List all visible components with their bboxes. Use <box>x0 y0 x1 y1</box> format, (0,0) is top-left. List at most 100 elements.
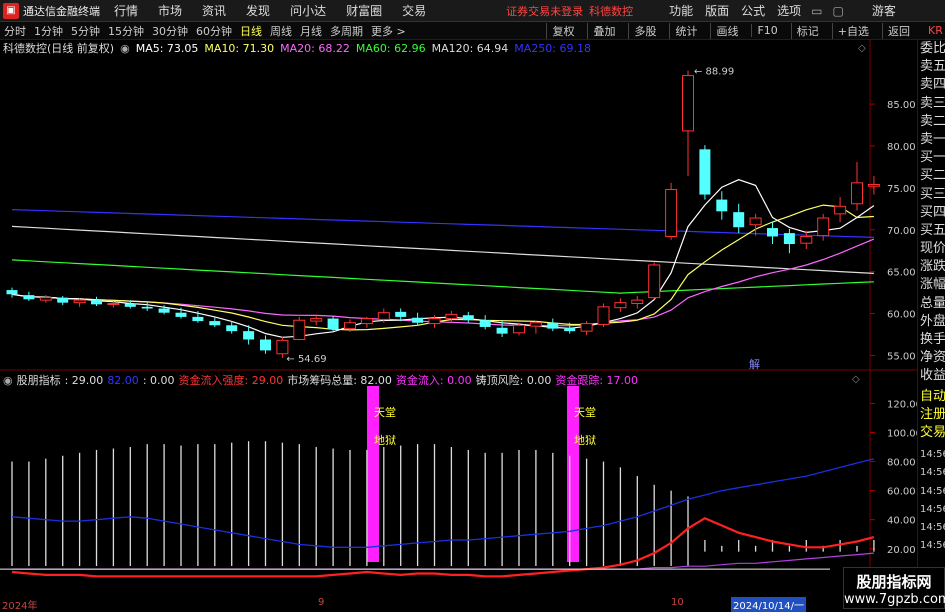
menu-caifuquan[interactable]: 财富圈 <box>346 2 382 19</box>
period-multi[interactable]: 多周期 <box>330 23 363 39</box>
chart-canvas[interactable]: ◇ ◇ 55.0060.0065.0070.0075.0080.0085.00 … <box>0 40 917 597</box>
price-tick-label: 60.00 <box>887 310 916 321</box>
ind-tick-label: 40.00 <box>887 516 916 527</box>
candle-body <box>377 312 390 320</box>
price-panel: 55.00 60.00 65.00 70.00 75.00 80.00 85.00 <box>6 70 916 362</box>
watermark-badge: 股朋指标网 www.7gpzb.com <box>843 567 945 609</box>
kr-label: KR <box>928 24 943 37</box>
duogu-button[interactable]: 多股 <box>628 22 661 39</box>
candle-body <box>716 199 728 212</box>
candle-body <box>851 182 863 205</box>
sidebar-label-buy1: 买一 <box>920 150 945 166</box>
period-15min[interactable]: 15分钟 <box>108 23 144 39</box>
tick-time: 14:56 <box>920 540 945 552</box>
period-daily[interactable]: 日线 <box>240 23 262 39</box>
oct-label: 10 <box>671 597 684 608</box>
sidebar-trade[interactable]: 交易 <box>918 424 945 442</box>
period-30min[interactable]: 30分钟 <box>152 23 188 39</box>
candle-body <box>428 318 441 325</box>
candle-body <box>107 302 120 305</box>
period-fenshi[interactable]: 分时 <box>4 23 26 39</box>
sidebar-label-buy4: 买四 <box>920 204 945 220</box>
period-weekly[interactable]: 周线 <box>270 23 292 39</box>
menu-gongneng[interactable]: 功能 <box>669 2 693 19</box>
back-button[interactable]: 返回 <box>882 22 915 39</box>
candle-body <box>39 297 52 301</box>
candle-body <box>141 306 153 309</box>
tick-time: 14:56 <box>920 503 945 515</box>
purple-line <box>12 552 874 570</box>
candle-body <box>360 318 373 325</box>
login-warning[interactable]: 证券交易未登录 <box>506 3 583 19</box>
candle-body <box>513 324 525 334</box>
candle-body <box>631 299 644 304</box>
candle-body <box>158 308 170 313</box>
sidebar-label-sell4: 卖四 <box>920 77 945 93</box>
fuquan-button[interactable]: 复权 <box>546 22 579 39</box>
candle-body <box>91 300 102 305</box>
diejia-button[interactable]: 叠加 <box>587 22 620 39</box>
menu-wenxiaoda[interactable]: 问小达 <box>290 2 326 19</box>
sidebar-label-buy5: 买五 <box>920 222 945 238</box>
period-1min[interactable]: 1分钟 <box>34 23 63 39</box>
period-5min[interactable]: 5分钟 <box>71 23 100 39</box>
period-toolbar: 分时 1分钟 5分钟 15分钟 30分钟 60分钟 日线 周线 月线 多周期 更… <box>0 22 945 40</box>
menu-jiaoyi[interactable]: 交易 <box>402 2 426 19</box>
add-watchlist-button[interactable]: +自选 <box>831 22 874 39</box>
jie-marker[interactable]: 解 <box>749 357 760 371</box>
candle-body <box>395 311 407 317</box>
candle-body <box>614 302 627 309</box>
ma60-line <box>11 259 874 294</box>
date-axis: 2024年 9 10 2024/10/14/一 <box>0 597 830 612</box>
candle-body <box>243 331 255 340</box>
candle-body <box>496 327 508 334</box>
f10-button[interactable]: F10 <box>751 24 782 37</box>
candle-body <box>665 189 678 237</box>
sidebar-register[interactable]: 注册 <box>918 406 945 424</box>
menu-xuanxiang[interactable]: 选项 <box>777 2 801 19</box>
candle-body <box>547 322 559 329</box>
menu-zixun[interactable]: 资讯 <box>202 2 226 19</box>
huaxian-button[interactable]: 画线 <box>710 22 743 39</box>
month-sep-label: 9 <box>318 597 325 608</box>
sidebar-label-sell1: 卖一 <box>920 131 945 147</box>
candle-body <box>479 320 491 327</box>
cursor-date-label: 2024/10/14/一 <box>731 597 807 612</box>
period-more[interactable]: 更多 > <box>371 23 406 39</box>
diamond-icon[interactable]: ◇ <box>858 43 866 54</box>
candle-body <box>834 205 847 215</box>
candle-body <box>310 318 323 322</box>
ind-tick-label: 60.00 <box>887 487 916 498</box>
user-label[interactable]: 游客 <box>872 2 896 19</box>
minimize-icon[interactable]: ▭ <box>811 4 822 18</box>
sidebar-label-pct: 涨幅 <box>920 277 945 293</box>
stock-name-title: 科德数控 <box>589 4 634 18</box>
heaven-label-1: 天堂 <box>374 406 396 419</box>
sidebar-label-weibi: 委比 <box>920 41 945 56</box>
restore-icon[interactable]: ▢ <box>833 4 844 18</box>
menu-hangqing[interactable]: 行情 <box>114 2 138 19</box>
price-tick-label: 70.00 <box>887 226 916 237</box>
sidebar-label-sell5: 卖五 <box>920 59 945 75</box>
candle-body <box>192 316 204 322</box>
candle-body <box>767 228 778 237</box>
high-price-label: ← 88.99 <box>694 67 734 78</box>
menu-shichang[interactable]: 市场 <box>158 2 182 19</box>
menu-faxian[interactable]: 发现 <box>246 2 270 19</box>
menu-gongshi[interactable]: 公式 <box>741 2 765 19</box>
menu-banmian[interactable]: 版面 <box>705 2 729 19</box>
hell-label-1: 地狱 <box>374 434 396 447</box>
period-monthly[interactable]: 月线 <box>300 23 322 39</box>
sidebar-label-volume: 总量 <box>920 295 945 311</box>
sidebar-label-change: 涨跌 <box>920 259 945 275</box>
period-60min[interactable]: 60分钟 <box>196 23 232 39</box>
candle-body <box>293 319 306 341</box>
ind-tick-label: 80.00 <box>887 458 916 469</box>
diamond-icon-2[interactable]: ◇ <box>852 374 860 385</box>
tick-time: 14:56 <box>920 521 945 533</box>
indicator-panel: 20.00 40.00 60.00 80.00 100.00 120.00 <box>0 386 917 578</box>
sidebar-auto[interactable]: 自动 <box>918 388 945 406</box>
price-tick-label: 80.00 <box>887 142 916 153</box>
biaoji-button[interactable]: 标记 <box>790 22 824 39</box>
tongji-button[interactable]: 统计 <box>669 22 702 39</box>
